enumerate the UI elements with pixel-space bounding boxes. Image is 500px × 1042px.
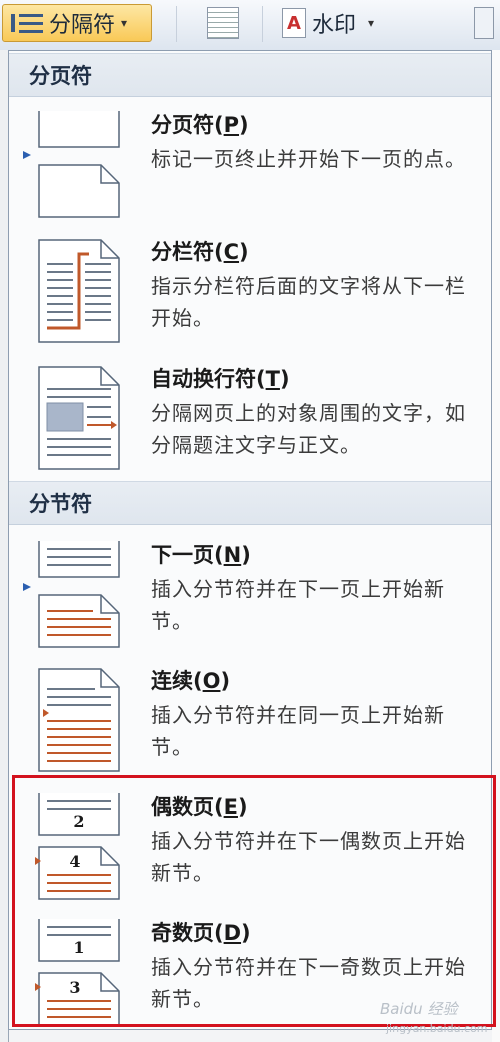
watermark-label: 水印: [312, 13, 357, 38]
ribbon-divider: [176, 6, 177, 42]
baidu-watermark-url: jingyan.baidu.com: [386, 1022, 488, 1035]
menu-item-description: 插入分节符并在同一页上开始新节。: [151, 703, 445, 759]
continuous-section-icon: [38, 668, 120, 772]
breaks-label: 分隔符: [49, 13, 116, 38]
highlight-box: [12, 775, 496, 1027]
ribbon-overflow-icon: [474, 7, 494, 39]
page-break-icon: [23, 111, 120, 218]
menu-item-description: 指示分栏符后面的文字将从下一栏开始。: [151, 274, 466, 330]
ribbon: 分隔符 ▾ A 水印 ▾: [0, 0, 500, 51]
menu-item-title: 连续(O): [151, 669, 231, 693]
menu-item-continuous[interactable]: 连续(O) 插入分节符并在同一页上开始新节。: [9, 665, 491, 785]
watermark-button[interactable]: A 水印 ▾: [282, 4, 432, 42]
page-number-button[interactable]: [198, 4, 248, 42]
text-wrapping-break-icon: [38, 366, 120, 470]
chevron-down-icon: ▾: [368, 16, 375, 30]
baidu-watermark: Baidu 经验: [380, 1000, 458, 1018]
ribbon-overflow-button[interactable]: [474, 4, 500, 42]
watermark-icon: A: [282, 8, 306, 38]
column-break-icon: [38, 239, 120, 343]
menu-item-column-break[interactable]: 分栏符(C) 指示分栏符后面的文字将从下一栏开始。: [9, 236, 491, 356]
ribbon-divider: [262, 6, 263, 42]
page-breaks-header: 分页符: [9, 53, 491, 97]
menu-item-description: 分隔网页上的对象周围的文字，如分隔题注文字与正文。: [151, 401, 466, 457]
next-page-section-icon: [23, 541, 120, 648]
menu-item-next-page[interactable]: 下一页(N) 插入分节符并在下一页上开始新节。: [9, 539, 491, 659]
breaks-button[interactable]: 分隔符 ▾: [2, 4, 152, 42]
menu-item-title: 自动换行符(T): [151, 367, 290, 391]
menu-item-text-wrapping-break[interactable]: 自动换行符(T) 分隔网页上的对象周围的文字，如分隔题注文字与正文。: [9, 363, 491, 493]
section-breaks-header: 分节符: [9, 481, 491, 525]
chevron-down-icon: ▾: [121, 16, 128, 30]
menu-item-title: 下一页(N): [151, 543, 251, 567]
menu-item-description: 插入分节符并在下一页上开始新节。: [151, 577, 445, 633]
page-icon: [207, 7, 239, 39]
breaks-icon: [9, 10, 45, 36]
menu-item-description: 标记一页终止并开始下一页的点。: [151, 147, 466, 171]
menu-item-title: 分页符(P): [151, 113, 249, 137]
menu-item-page-break[interactable]: 分页符(P) 标记一页终止并开始下一页的点。: [9, 109, 491, 229]
menu-item-title: 分栏符(C): [151, 240, 249, 264]
